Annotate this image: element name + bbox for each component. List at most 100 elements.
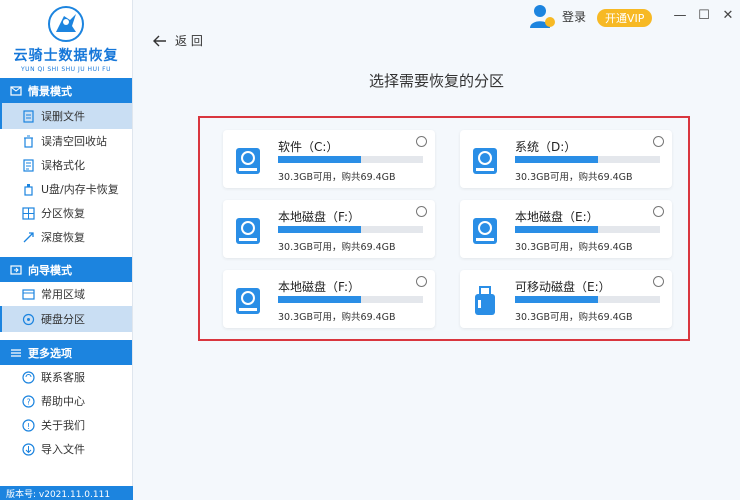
close-icon[interactable]: ✕ [721,8,735,23]
sidebar-item[interactable]: 深度恢复 [0,225,132,249]
usage-bar [278,156,423,163]
sidebar-item[interactable]: 误格式化 [0,153,132,177]
usage-bar-fill [278,296,361,303]
sidebar-nav: 情景模式误删文件误清空回收站 误格式化 U盘/内存卡恢复 分区恢复深度恢复向导模式常用… [0,78,132,461]
hard-disk-icon [473,218,497,244]
hard-disk-icon [236,148,260,174]
sidebar-item[interactable]: 误清空回收站 [0,129,132,153]
usage-bar-fill [515,156,598,163]
partition-card[interactable]: 本地磁盘（F:） 30.3GB可用，购共69.4GB [223,270,435,328]
sidebar-item[interactable]: 联系客服 [0,365,132,389]
top-bar: 登录 开通VIP — ☐ ✕ [133,0,740,36]
partition-icon [22,206,35,220]
version-label: 版本号: v2021.11.0.111 [0,486,133,500]
disk-icon [22,313,35,326]
sidebar-item-label: 常用区域 [41,288,85,301]
section-header: 更多选项 [0,340,132,365]
window-icon [22,288,35,301]
arrow-left-icon [153,35,166,46]
partition-name: 本地磁盘（F:） [278,280,361,294]
section-title: 更多选项 [28,346,72,360]
guide-icon [10,264,22,276]
usage-bar [278,296,423,303]
help-icon: ? [22,394,35,408]
maximize-icon[interactable]: ☐ [697,8,711,23]
partition-card[interactable]: 软件（C:） 30.3GB可用，购共69.4GB [223,130,435,188]
sidebar-item-label: 硬盘分区 [41,313,85,326]
usage-bar [515,226,660,233]
hard-disk-icon [473,148,497,174]
partition-card[interactable]: 本地磁盘（E:） 30.3GB可用，购共69.4GB [460,200,672,258]
usb-icon [22,183,35,196]
hard-disk-icon [236,218,260,244]
back-button[interactable]: 返 回 [153,32,203,49]
partition-capacity: 30.3GB可用，购共69.4GB [278,172,396,183]
svg-text:?: ? [27,397,31,406]
partition-radio[interactable] [416,276,427,287]
sidebar-item-label: 联系客服 [41,371,85,384]
menu-icon [10,347,22,359]
partition-capacity: 30.3GB可用，购共69.4GB [515,312,633,323]
sidebar-item-label: 误格式化 [41,159,85,172]
partition-radio[interactable] [653,206,664,217]
sidebar: 云骑士数据恢复 YUN QI SHI SHU JU HUI FU 情景模式误删文… [0,0,133,500]
mail-icon [10,85,22,97]
logo-title: 云骑士数据恢复 [13,48,119,64]
sidebar-item-label: U盘/内存卡恢复 [41,183,119,196]
nav-gap [0,332,132,340]
info-icon: ! [22,418,35,432]
headset-icon [22,370,35,384]
sidebar-item[interactable]: ? 帮助中心 [0,389,132,413]
partition-card[interactable]: 系统（D:） 30.3GB可用，购共69.4GB [460,130,672,188]
sidebar-item-label: 帮助中心 [41,395,85,408]
sidebar-item-label: 关于我们 [41,419,85,432]
partition-capacity: 30.3GB可用，购共69.4GB [278,312,396,323]
login-area[interactable]: 登录 [528,2,586,30]
login-link[interactable]: 登录 [562,8,586,25]
section-title: 向导模式 [28,263,72,277]
usage-bar-fill [515,296,598,303]
sidebar-item[interactable]: 误删文件 [0,103,132,129]
sidebar-item-label: 误删文件 [41,110,85,123]
partition-capacity: 30.3GB可用，购共69.4GB [515,242,633,253]
partition-name: 可移动磁盘（E:） [515,280,611,294]
window-controls: — ☐ ✕ [673,8,735,23]
partition-capacity: 30.3GB可用，购共69.4GB [278,242,396,253]
sidebar-item[interactable]: 常用区域 [0,282,132,306]
section-header: 向导模式 [0,257,132,282]
vip-button[interactable]: 开通VIP [597,9,653,27]
sidebar-item[interactable]: ! 关于我们 [0,413,132,437]
partition-radio[interactable] [653,276,664,287]
sidebar-item[interactable]: 硬盘分区 [0,306,132,332]
partition-radio[interactable] [416,136,427,147]
partition-name: 软件（C:） [278,140,339,154]
partition-radio[interactable] [416,206,427,217]
back-label: 返 回 [175,34,203,48]
sidebar-item-label: 误清空回收站 [41,135,107,148]
usage-bar [515,296,660,303]
user-avatar-icon [530,5,555,28]
hard-disk-icon [236,288,260,314]
usage-bar-fill [515,226,598,233]
usage-bar [515,156,660,163]
section-header: 情景模式 [0,78,132,103]
sidebar-item-label: 深度恢复 [41,231,85,244]
section-title: 情景模式 [28,84,72,98]
sidebar-item-label: 导入文件 [41,443,85,456]
sidebar-item[interactable]: 分区恢复 [0,201,132,225]
minimize-icon[interactable]: — [673,8,687,23]
partition-name: 系统（D:） [515,140,577,154]
recycle-bin-icon [22,135,35,148]
logo: 云骑士数据恢复 YUN QI SHI SHU JU HUI FU [0,0,132,78]
sidebar-item[interactable]: 导入文件 [0,437,132,461]
svg-text:!: ! [27,422,30,431]
format-icon [22,158,35,172]
sidebar-item[interactable]: U盘/内存卡恢复 [0,177,132,201]
partition-radio[interactable] [653,136,664,147]
partition-name: 本地磁盘（E:） [515,210,599,224]
usb-drive-icon [475,286,495,315]
deep-scan-icon [22,231,35,244]
sidebar-item-label: 分区恢复 [41,207,85,220]
partition-card[interactable]: 可移动磁盘（E:） 30.3GB可用，购共69.4GB [460,270,672,328]
partition-card[interactable]: 本地磁盘（F:） 30.3GB可用，购共69.4GB [223,200,435,258]
